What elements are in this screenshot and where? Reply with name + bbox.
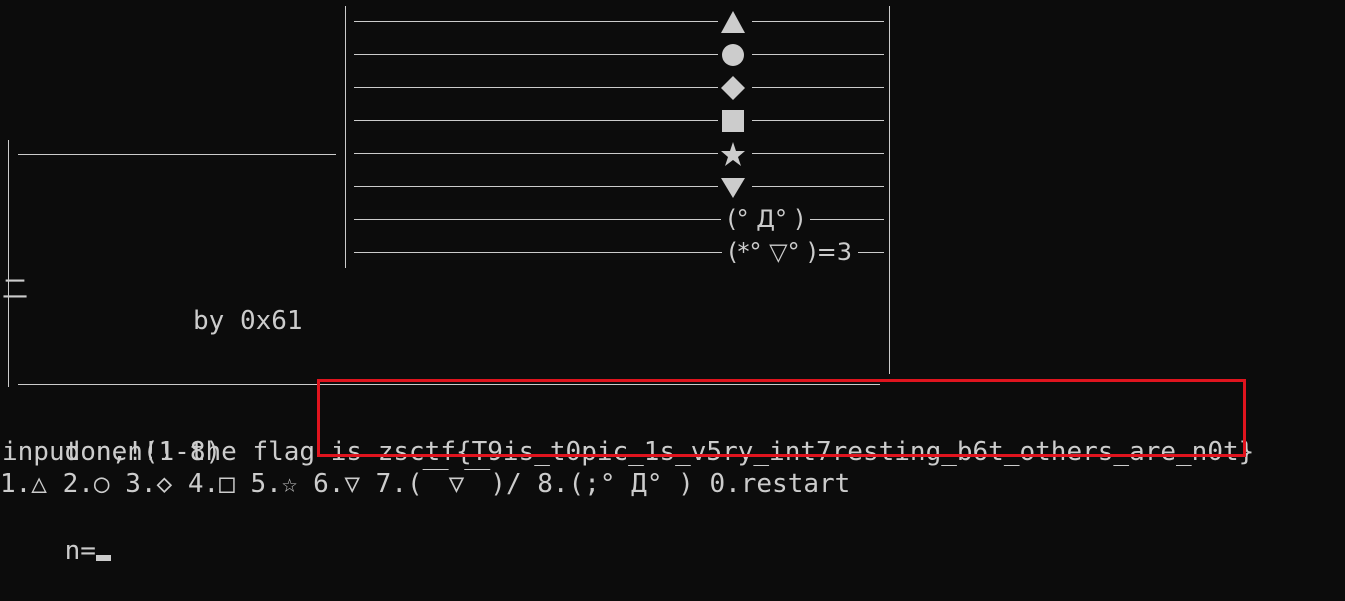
- option-row-8: (*° ▽° )=3: [352, 236, 884, 269]
- dash-line: [354, 21, 718, 22]
- dash-line: [354, 153, 718, 154]
- option-row-3: [352, 71, 884, 104]
- left-box-border: [345, 6, 346, 268]
- kaomoji-label: (° Д° ): [727, 205, 804, 233]
- dash-line: [752, 153, 884, 154]
- circle-icon: [720, 42, 746, 68]
- triangle-up-icon: [720, 9, 746, 35]
- command-prompt[interactable]: n=: [2, 502, 111, 601]
- input-instruction: input n,n(1-8): [2, 437, 222, 467]
- dash-line: [752, 54, 884, 55]
- kaomoji-label: (*° ▽° )=3: [728, 238, 852, 266]
- glyph-label: 二: [2, 275, 29, 305]
- left-divider: [18, 154, 336, 155]
- option-row-2: [352, 38, 884, 71]
- option-row-4: [352, 104, 884, 137]
- dash-line: [752, 87, 884, 88]
- star-icon: [720, 141, 746, 167]
- prompt-label: n=: [64, 536, 96, 566]
- left-outer-border: [8, 140, 9, 387]
- author-byline: by 0x61: [193, 306, 303, 336]
- flag-highlight-box: [317, 379, 1246, 457]
- dash-line: [354, 252, 723, 253]
- dash-line: [752, 21, 884, 22]
- dash-line: [354, 219, 722, 220]
- dash-line: [354, 120, 718, 121]
- triangle-down-icon: [720, 174, 746, 200]
- dash-line: [752, 186, 884, 187]
- square-icon: [720, 108, 746, 134]
- dash-line: [752, 120, 884, 121]
- option-row-5: [352, 137, 884, 170]
- option-row-1: [352, 5, 884, 38]
- option-row-7: (° Д° ): [352, 203, 884, 236]
- option-row-6: [352, 170, 884, 203]
- dash-line: [810, 219, 884, 220]
- dash-line: [354, 87, 718, 88]
- dash-line: [858, 252, 884, 253]
- diamond-icon: [720, 75, 746, 101]
- right-box-border: [889, 6, 890, 374]
- terminal-window[interactable]: (° Д° ) (*° ▽° )=3 二 by 0x61 done!!! the…: [0, 0, 1345, 583]
- dash-line: [354, 186, 718, 187]
- menu-options: 1.△ 2.○ 3.◇ 4.□ 5.☆ 6.▽ 7.(￣▽￣)/ 8.(;° Д…: [0, 469, 851, 499]
- dash-line: [354, 54, 718, 55]
- text-cursor: [95, 555, 111, 561]
